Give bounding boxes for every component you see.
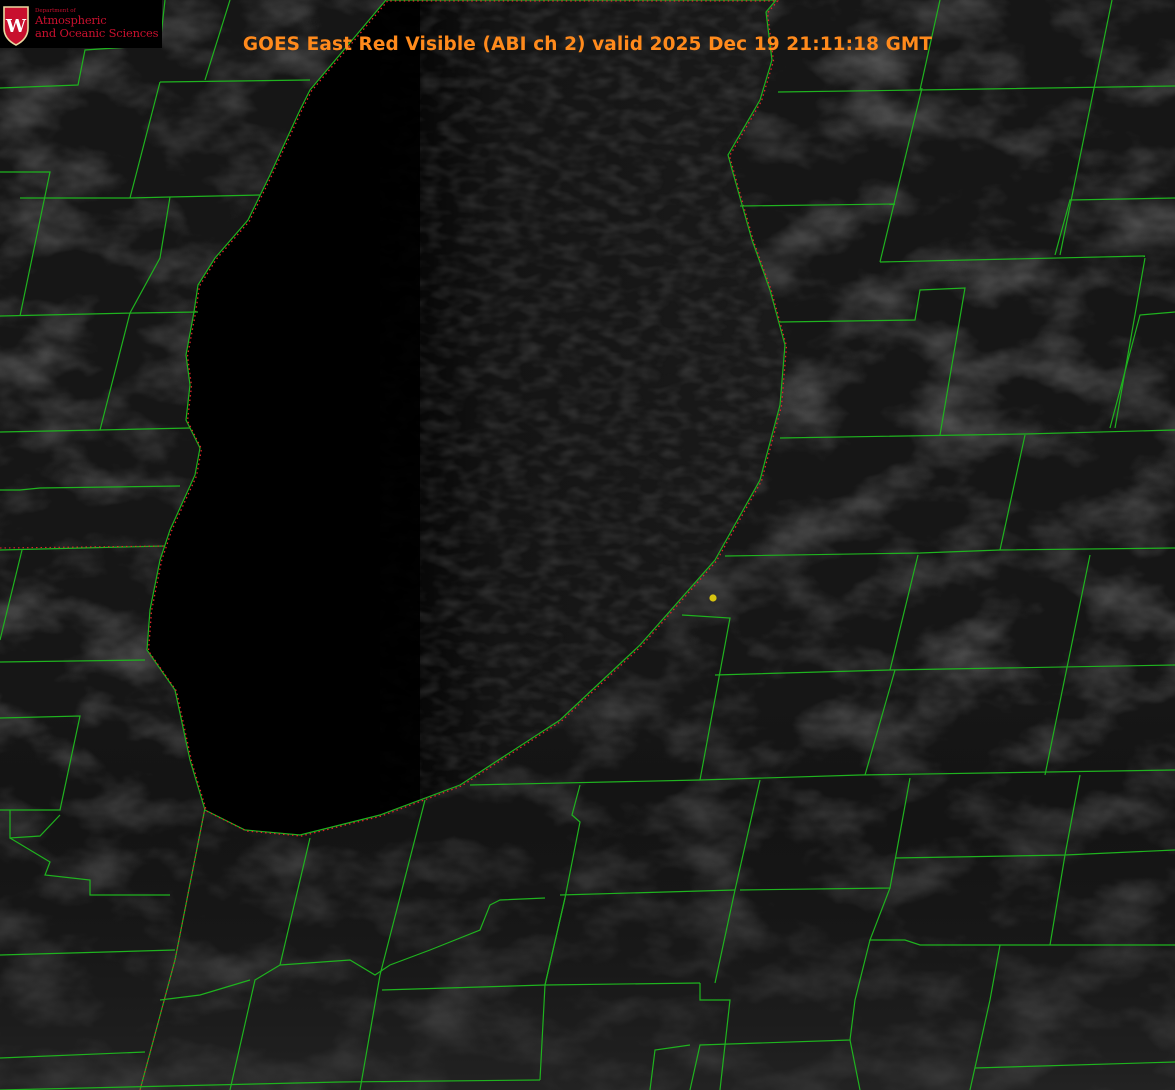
satellite-map [0,0,1175,1090]
svg-text:W: W [5,16,27,37]
uw-crest-icon: W [3,6,29,46]
station-marker [709,594,717,602]
logo-line1: Atmospheric [35,13,107,27]
logo-line2: and Oceanic Sciences [35,26,159,40]
satellite-image-viewer: W Department of Atmospheric and Oceanic … [0,0,1175,1090]
uw-aos-logo: W Department of Atmospheric and Oceanic … [0,0,162,48]
